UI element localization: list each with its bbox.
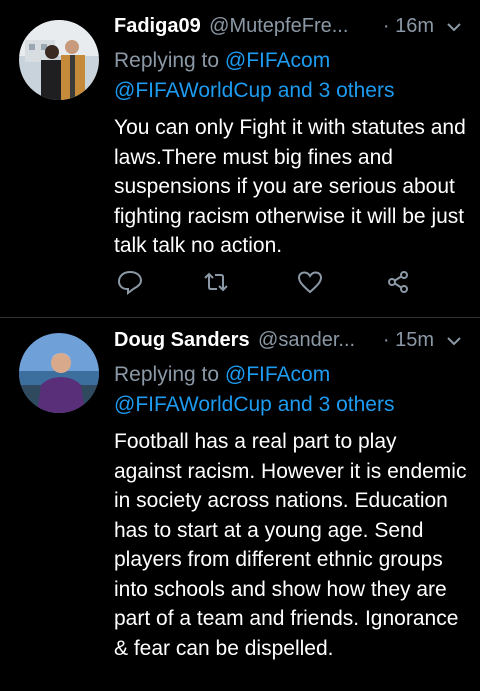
- tweet-header: Fadiga09 @MutepfeFre... · 16m: [114, 15, 464, 43]
- mention-link[interactable]: @FIFAcom: [225, 363, 330, 386]
- avatar[interactable]: [19, 333, 99, 413]
- replying-to: Replying to @FIFAcom @FIFAWorldCup and 3…: [114, 46, 464, 106]
- retweet-icon: [204, 272, 228, 292]
- tweet[interactable]: Fadiga09 @MutepfeFre... · 16m Replying t…: [0, 0, 480, 318]
- timestamp[interactable]: · 16m: [383, 15, 434, 38]
- replying-label: Replying to: [114, 49, 225, 72]
- mention-link[interactable]: @FIFAcom: [225, 49, 330, 72]
- tweet-actions: [114, 268, 434, 304]
- like-icon: [297, 271, 323, 294]
- replying-to: Replying to @FIFAcom @FIFAWorldCup and 3…: [114, 360, 464, 420]
- timestamp[interactable]: · 15m: [383, 329, 434, 352]
- tweet-header: Doug Sanders @sander... · 15m: [114, 329, 464, 357]
- chevron-down-icon[interactable]: [444, 331, 464, 351]
- display-name[interactable]: Doug Sanders: [114, 329, 250, 351]
- user-handle[interactable]: @sander...: [258, 329, 355, 351]
- tweet-text: You can only Fight it with statutes and …: [114, 116, 466, 257]
- avatar-photo: [19, 20, 99, 100]
- retweet-button[interactable]: [202, 268, 234, 300]
- share-button[interactable]: [384, 268, 416, 300]
- user-handle[interactable]: @MutepfeFre...: [209, 15, 348, 37]
- tweet[interactable]: Doug Sanders @sander... · 15m Replying t…: [0, 318, 480, 691]
- mention-link[interactable]: @FIFAWorldCup and 3 others: [114, 79, 394, 102]
- reply-icon: [117, 270, 143, 295]
- tweet-text: Football has a real part to play against…: [114, 430, 467, 660]
- reply-button[interactable]: [116, 268, 148, 300]
- share-icon: [388, 271, 408, 293]
- like-button[interactable]: [296, 268, 328, 300]
- mention-link[interactable]: @FIFAWorldCup and 3 others: [114, 393, 394, 416]
- avatar[interactable]: [19, 20, 99, 100]
- display-name[interactable]: Fadiga09: [114, 15, 201, 37]
- replying-label: Replying to: [114, 363, 225, 386]
- avatar-photo: [19, 333, 99, 413]
- chevron-down-icon[interactable]: [444, 17, 464, 37]
